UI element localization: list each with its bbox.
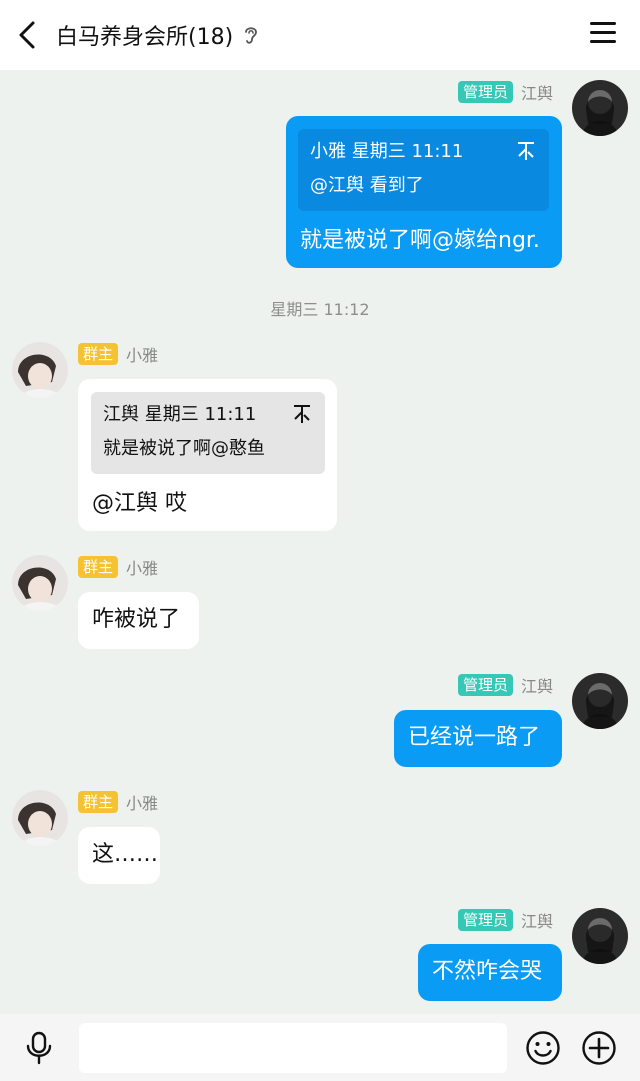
quote-header: 江舆 星期三 11:11 — [103, 404, 257, 425]
sender-name[interactable]: 小雅 — [126, 790, 158, 814]
sender-name[interactable]: 江舆 — [521, 673, 553, 697]
hamburger-menu-icon[interactable] — [590, 22, 616, 46]
message-text: @江舆 哎 — [92, 491, 187, 516]
plus-icon[interactable] — [581, 1030, 617, 1066]
sender-name[interactable]: 江舆 — [521, 80, 553, 104]
quote-header: 小雅 星期三 11:11 — [310, 141, 464, 162]
quoted-message[interactable]: 小雅 星期三 11:11 @江舆 看到了 — [298, 129, 549, 211]
avatar[interactable] — [572, 673, 628, 729]
message-meta: 群主 小雅 — [78, 790, 158, 814]
avatar[interactable] — [572, 80, 628, 136]
message-bubble[interactable]: 江舆 星期三 11:11 就是被说了啊@憨鱼 @江舆 哎 — [78, 379, 337, 531]
message-bubble[interactable]: 这…… — [78, 827, 160, 884]
message-text: 就是被说了啊@嫁给ngr. — [300, 228, 540, 253]
sender-name[interactable]: 小雅 — [126, 342, 158, 366]
quote-body: @江舆 看到了 — [310, 175, 424, 196]
message-bubble[interactable]: 不然咋会哭 — [418, 944, 562, 1001]
message-bubble[interactable]: 已经说一路了 — [394, 710, 562, 767]
message-meta: 管理员 江舆 — [458, 908, 553, 932]
admin-badge: 管理员 — [458, 674, 514, 696]
owner-badge: 群主 — [78, 556, 119, 578]
message-bubble[interactable]: 咋被说了 — [78, 592, 199, 649]
chevron-left-icon[interactable] — [14, 20, 42, 50]
message-meta: 群主 小雅 — [78, 342, 158, 366]
owner-badge: 群主 — [78, 343, 119, 365]
message-text: 不然咋会哭 — [432, 959, 543, 984]
message-text: 咋被说了 — [92, 607, 181, 632]
quoted-message[interactable]: 江舆 星期三 11:11 就是被说了啊@憨鱼 — [91, 392, 325, 474]
timestamp: 星期三 11:12 — [270, 300, 370, 319]
avatar[interactable] — [572, 908, 628, 964]
quote-body: 就是被说了啊@憨鱼 — [103, 438, 265, 459]
message-meta: 群主 小雅 — [78, 555, 158, 579]
message-meta: 管理员 江舆 — [458, 80, 553, 104]
message-list[interactable]: 管理员 江舆 小雅 星期三 11:11 @江舆 看到了 就是被说了啊@嫁给ngr… — [0, 70, 640, 1014]
admin-badge: 管理员 — [458, 909, 514, 931]
emoji-icon[interactable] — [525, 1030, 561, 1066]
title-group[interactable]: 白马养身会所(18) — [56, 20, 259, 50]
sender-name[interactable]: 江舆 — [521, 908, 553, 932]
jump-to-quote-icon[interactable] — [293, 404, 311, 424]
chat-title: 白马养身会所(18) — [56, 25, 234, 50]
avatar[interactable] — [12, 555, 68, 611]
message-meta: 管理员 江舆 — [458, 673, 553, 697]
message-input[interactable] — [79, 1023, 507, 1073]
admin-badge: 管理员 — [458, 81, 514, 103]
message-text: 已经说一路了 — [408, 725, 541, 750]
input-bar — [0, 1014, 640, 1081]
chat-header: 白马养身会所(18) — [0, 0, 640, 70]
jump-to-quote-icon[interactable] — [517, 141, 535, 161]
message-text: 这…… — [92, 842, 159, 867]
microphone-icon[interactable] — [24, 1031, 54, 1065]
avatar[interactable] — [12, 342, 68, 398]
message-bubble[interactable]: 小雅 星期三 11:11 @江舆 看到了 就是被说了啊@嫁给ngr. — [286, 116, 562, 268]
avatar[interactable] — [12, 790, 68, 846]
ear-icon — [245, 27, 258, 44]
sender-name[interactable]: 小雅 — [126, 555, 158, 579]
owner-badge: 群主 — [78, 791, 119, 813]
